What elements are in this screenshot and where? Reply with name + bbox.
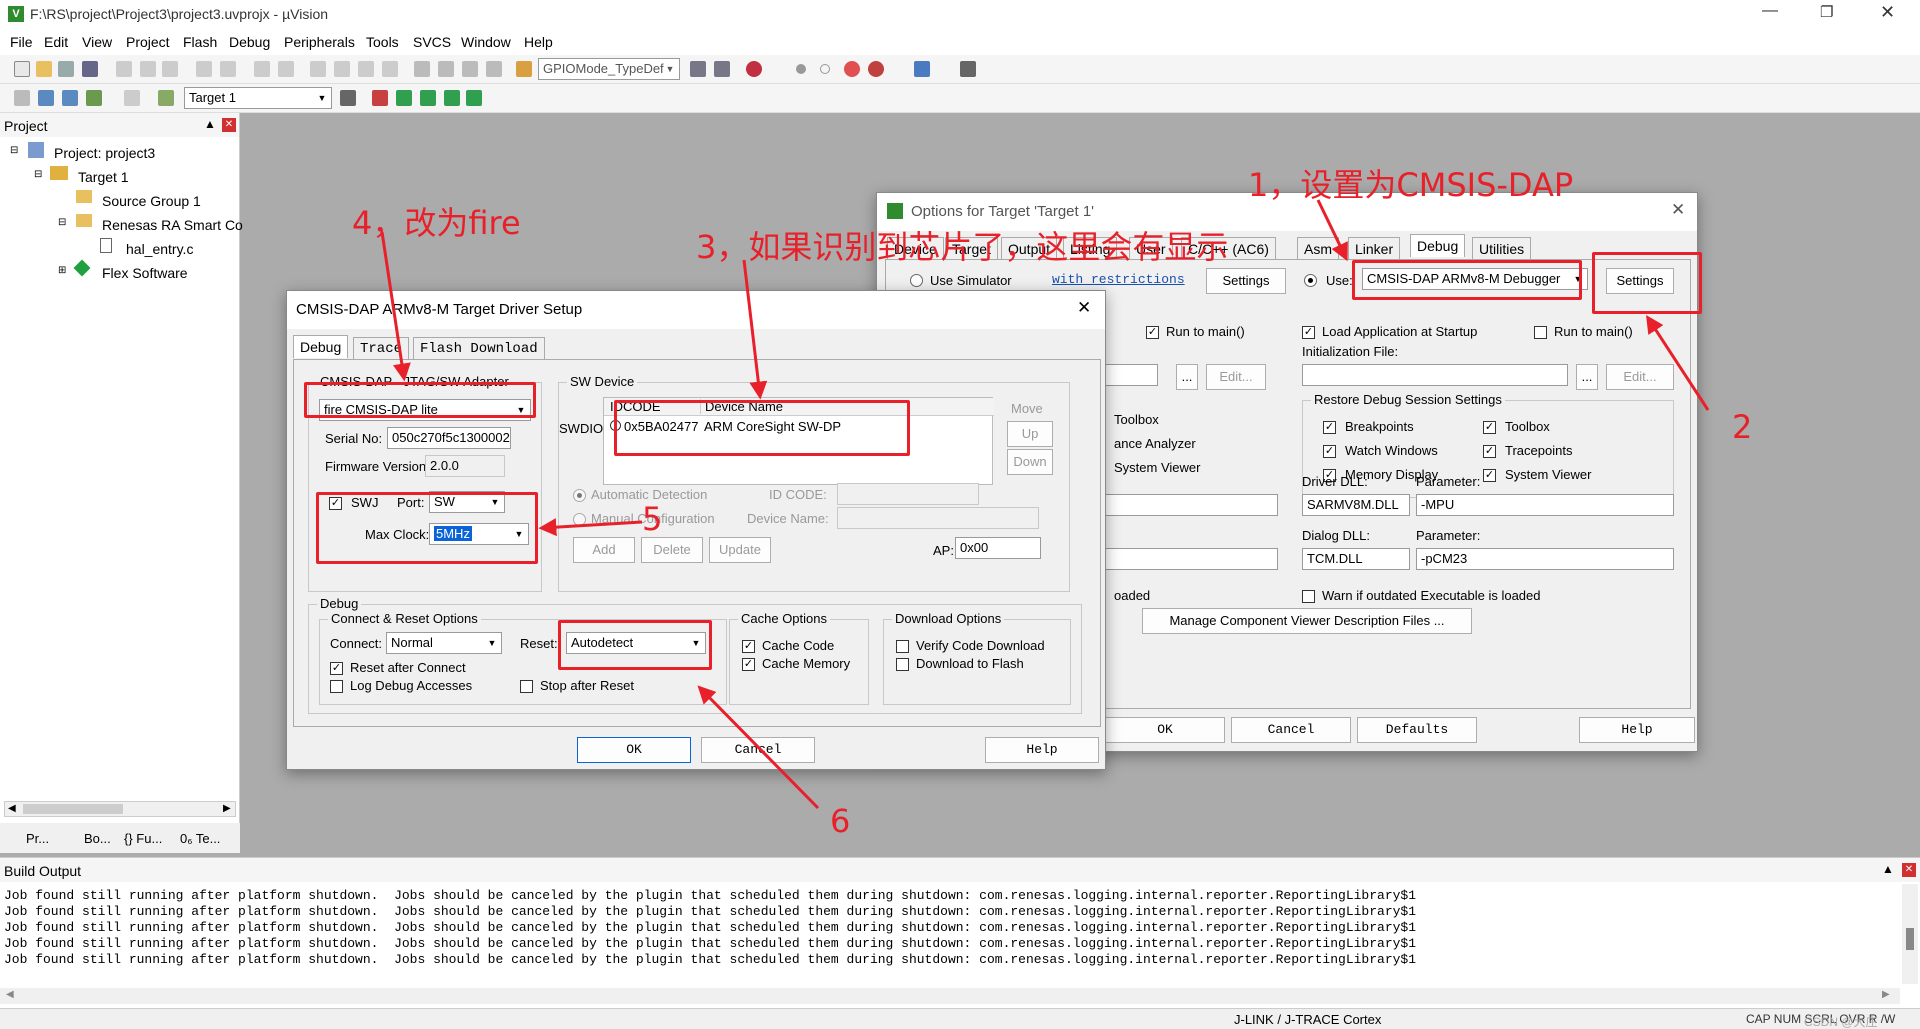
pin-icon[interactable]: ▲ [1882,862,1894,876]
close-icon[interactable]: ✕ [1902,863,1916,877]
build-horizontal-scrollbar[interactable]: ◀ ▶ [0,988,1900,1004]
build-line: Job found still running after platform s… [4,952,1417,967]
build-output-header: Build Output ▲ ✕ [0,858,1920,882]
arrow-6 [697,685,820,810]
arrow-2 [1646,314,1710,411]
build-output-title: Build Output [4,863,82,879]
build-line: Job found still running after platform s… [4,936,1417,951]
build-line: Job found still running after platform s… [4,904,1417,919]
arrow-1 [1316,199,1348,262]
status-bar: J-LINK / J-TRACE Cortex CAP NUM SCRL OVR… [0,1008,1920,1029]
build-line: Job found still running after platform s… [4,920,1417,935]
watermark: CSDN @大庄 [1804,1015,1878,1029]
build-line: Job found still running after platform s… [4,888,1417,903]
arrow-3 [742,259,768,400]
build-output-panel: Build Output ▲ ✕ Job found still running… [0,857,1920,1008]
status-debugger: J-LINK / J-TRACE Cortex [1234,1012,1382,1027]
scroll-left-icon[interactable]: ◀ [6,989,14,1000]
arrow-5 [538,518,643,537]
scroll-thumb[interactable] [1906,928,1914,950]
build-output-text: Job found still running after platform s… [4,888,1894,968]
build-vertical-scrollbar[interactable] [1902,884,1918,984]
arrow-4 [380,231,411,382]
scroll-right-icon[interactable]: ▶ [1882,989,1890,1000]
